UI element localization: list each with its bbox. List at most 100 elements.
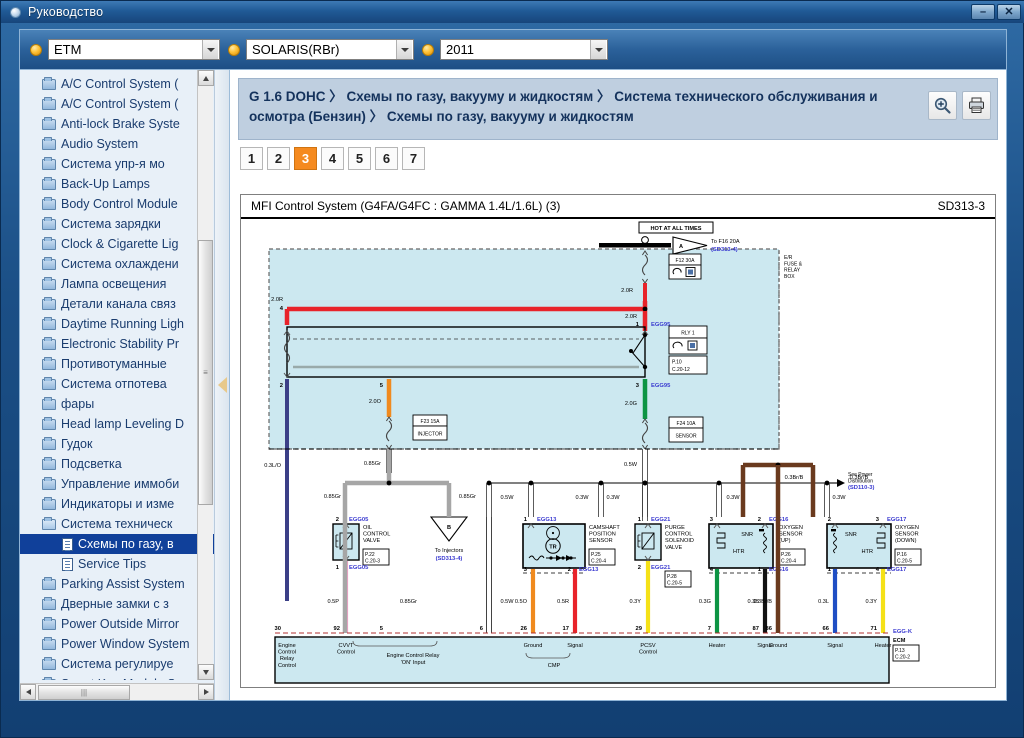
- sidebar-item-label: Подсветка: [61, 457, 122, 471]
- tab-4[interactable]: 4: [321, 147, 344, 170]
- tab-6[interactable]: 6: [375, 147, 398, 170]
- wire-gauge: 0.5R: [557, 599, 569, 605]
- sidebar-item-18[interactable]: Гудок: [20, 434, 214, 454]
- navigation-tree[interactable]: A/C Control System (A/C Control System (…: [20, 74, 214, 680]
- wire-gauge: 0.85Gr: [364, 461, 381, 467]
- tab-2[interactable]: 2: [267, 147, 290, 170]
- sidebar-item-1[interactable]: A/C Control System (: [20, 94, 214, 114]
- sidebar-item-22[interactable]: Система техническ: [20, 514, 214, 534]
- folder-icon: [42, 656, 56, 670]
- fuse-box-label: FUSE &: [784, 261, 803, 267]
- box: [668, 264, 702, 280]
- fuse-name-sensor: SENSOR: [675, 434, 697, 440]
- sidebar-item-28[interactable]: Power Window System: [20, 634, 214, 654]
- folder-icon: [42, 436, 56, 450]
- sidebar-item-23[interactable]: Схемы по газу, в: [20, 534, 214, 554]
- sidebar-item-4[interactable]: Система упр-я мо: [20, 154, 214, 174]
- print-button[interactable]: [962, 91, 991, 120]
- sidebar-item-25[interactable]: Parking Assist System: [20, 574, 214, 594]
- sidebar-item-29[interactable]: Система регулируе: [20, 654, 214, 674]
- sidebar-item-13[interactable]: Electronic Stability Pr: [20, 334, 214, 354]
- tab-1[interactable]: 1: [240, 147, 263, 170]
- chevron-down-icon[interactable]: [396, 40, 412, 59]
- scroll-down-button[interactable]: [198, 664, 214, 680]
- tree-vertical-scroll-thumb[interactable]: ≡: [198, 240, 213, 505]
- application-window: Руководство – ✕ ETM SOLARIS(RBr) 2011 A/…: [0, 0, 1024, 738]
- sidebar-item-5[interactable]: Back-Up Lamps: [20, 174, 214, 194]
- fuse-id-f23: F23 15A: [421, 419, 441, 425]
- tab-3[interactable]: 3: [294, 147, 317, 170]
- relay-connector: C.20-12: [672, 367, 690, 373]
- tree-vertical-scrollbar[interactable]: ≡: [197, 70, 214, 680]
- sidebar-item-3[interactable]: Audio System: [20, 134, 214, 154]
- folder-icon: [42, 576, 56, 590]
- close-button[interactable]: ✕: [997, 4, 1021, 20]
- tab-5[interactable]: 5: [348, 147, 371, 170]
- sidebar-item-15[interactable]: Система отпотева: [20, 374, 214, 394]
- sidebar-item-14[interactable]: Противотуманные: [20, 354, 214, 374]
- sidebar-item-6[interactable]: Body Control Module: [20, 194, 214, 214]
- sidebar-item-24[interactable]: Service Tips: [20, 554, 214, 574]
- sidebar-item-8[interactable]: Clock & Cigarette Lig: [20, 234, 214, 254]
- sidebar-item-label: Система отпотева: [61, 377, 167, 391]
- sidebar-item-10[interactable]: Лампа освещения: [20, 274, 214, 294]
- scroll-up-button[interactable]: [198, 70, 214, 86]
- sidebar-item-9[interactable]: Система охлаждени: [20, 254, 214, 274]
- sidebar-item-label: Anti-lock Brake Syste: [61, 117, 180, 131]
- zoom-in-button[interactable]: [928, 91, 957, 120]
- ecm-pin-number: 17: [563, 626, 569, 632]
- sidebar-item-19[interactable]: Подсветка: [20, 454, 214, 474]
- etm-dropdown[interactable]: ETM: [48, 39, 220, 60]
- wire-gauge: 0.3L: [818, 599, 829, 605]
- wire-gauge: 0.85Gr: [400, 599, 417, 605]
- breadcrumb-bar: G 1.6 DOHC 〉 Схемы по газу, вакууму и жи…: [238, 78, 998, 140]
- page-tabs[interactable]: 1234567: [240, 147, 1006, 170]
- component-name: CONTROL: [363, 532, 390, 538]
- pin-number: 3: [876, 517, 880, 523]
- minimize-button[interactable]: –: [971, 4, 995, 20]
- sidebar-item-26[interactable]: Дверные замки с з: [20, 594, 214, 614]
- wire-gauge: 0.3W: [575, 495, 589, 501]
- year-dropdown[interactable]: 2011: [440, 39, 608, 60]
- white-wire: [486, 483, 492, 517]
- ecm-terminal-label: Signal: [827, 643, 843, 649]
- component-name: SENSOR: [779, 532, 803, 538]
- box: [634, 523, 662, 561]
- ecm-terminal-label: Control: [278, 650, 296, 656]
- tree-horizontal-scrollbar[interactable]: |||: [20, 683, 214, 700]
- hot-at-all-times-label: HOT AT ALL TIMES: [651, 226, 702, 232]
- sidebar-item-17[interactable]: Head lamp Leveling D: [20, 414, 214, 434]
- ecm-pin-number: 29: [636, 626, 643, 632]
- sidebar-item-0[interactable]: A/C Control System (: [20, 74, 214, 94]
- folder-icon: [42, 416, 56, 430]
- collapse-left-arrow-icon[interactable]: [217, 377, 227, 393]
- component-name: CONTROL: [665, 532, 692, 538]
- component-name: VALVE: [363, 538, 380, 544]
- sidebar-item-21[interactable]: Индикаторы и изме: [20, 494, 214, 514]
- sidebar-item-20[interactable]: Управление иммоби: [20, 474, 214, 494]
- tab-7[interactable]: 7: [402, 147, 425, 170]
- component-connector: C.20-5: [897, 559, 912, 565]
- scroll-left-button[interactable]: [20, 684, 36, 700]
- sidebar-item-30[interactable]: Smart Key Module Sy: [20, 674, 214, 680]
- chevron-down-icon[interactable]: [202, 40, 218, 59]
- wire-gauge: 0.3L/O: [264, 463, 281, 469]
- component-name: OIL: [363, 525, 372, 531]
- sidebar-item-2[interactable]: Anti-lock Brake Syste: [20, 114, 214, 134]
- window-controls: – ✕: [971, 4, 1021, 20]
- sidebar-item-7[interactable]: Система зарядки: [20, 214, 214, 234]
- component-connector: C.20-4: [781, 559, 796, 565]
- scroll-right-button[interactable]: [198, 684, 214, 700]
- tree-horizontal-scroll-thumb[interactable]: |||: [38, 684, 130, 700]
- sidebar-item-16[interactable]: фары: [20, 394, 214, 414]
- model-dropdown[interactable]: SOLARIS(RBr): [246, 39, 414, 60]
- fuse-box-label: RELAY: [784, 268, 801, 274]
- chevron-down-icon[interactable]: [590, 40, 606, 59]
- connector-id: EGG95: [651, 383, 671, 389]
- wiring-diagram-viewer[interactable]: MFI Control System (G4FA/G4FC : GAMMA 1.…: [240, 194, 996, 688]
- sidebar-item-27[interactable]: Power Outside Mirror: [20, 614, 214, 634]
- sidebar-item-11[interactable]: Детали канала связ: [20, 294, 214, 314]
- sidebar-item-12[interactable]: Daytime Running Ligh: [20, 314, 214, 334]
- connector-a-destination: To F16 20A: [711, 239, 740, 245]
- sidebar-splitter[interactable]: [214, 70, 229, 700]
